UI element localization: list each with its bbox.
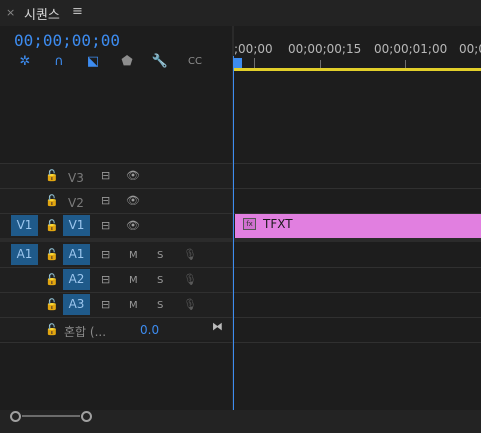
sync-lock-icon[interactable]: ⊟ bbox=[101, 248, 110, 261]
mic-icon[interactable]: 🎙 bbox=[183, 248, 197, 261]
sync-lock-icon[interactable]: ⊟ bbox=[101, 298, 110, 311]
sync-lock-icon[interactable]: ⊟ bbox=[101, 194, 110, 207]
lock-icon[interactable]: 🔓 bbox=[45, 323, 59, 336]
row-divider bbox=[0, 317, 481, 318]
lock-icon[interactable]: 🔓 bbox=[45, 169, 59, 182]
lock-icon[interactable]: 🔓 bbox=[45, 273, 59, 286]
mic-icon[interactable]: 🎙 bbox=[183, 273, 197, 286]
lock-icon[interactable]: 🔓 bbox=[45, 219, 59, 232]
row-divider bbox=[0, 292, 481, 293]
mix-volume-value[interactable]: 0.0 bbox=[140, 323, 159, 337]
timecode-display[interactable]: 00;00;00;00 bbox=[14, 31, 120, 50]
solo-button[interactable]: S bbox=[157, 300, 163, 311]
track-name-v1[interactable]: V1 bbox=[63, 215, 90, 236]
snap-icon[interactable]: ✲ bbox=[16, 54, 34, 70]
track-name-a2[interactable]: A2 bbox=[63, 269, 90, 290]
mute-button[interactable]: M bbox=[129, 275, 138, 286]
solo-button[interactable]: S bbox=[157, 250, 163, 261]
source-patch-v1[interactable]: V1 bbox=[11, 215, 38, 236]
sync-lock-icon[interactable]: ⊟ bbox=[101, 219, 110, 232]
eye-icon[interactable]: 👁 bbox=[126, 194, 140, 207]
ruler-tick bbox=[405, 60, 406, 68]
ruler-label: 00;00;01;00 bbox=[374, 42, 448, 56]
sync-lock-icon[interactable]: ⊟ bbox=[101, 169, 110, 182]
panel-menu-icon[interactable]: ≡ bbox=[72, 4, 83, 19]
track-name-a3[interactable]: A3 bbox=[63, 294, 90, 315]
mute-button[interactable]: M bbox=[129, 300, 138, 311]
captions-icon[interactable]: CC bbox=[186, 54, 204, 70]
row-divider bbox=[0, 163, 481, 164]
source-patch-a1[interactable]: A1 bbox=[11, 244, 38, 265]
work-area-bar[interactable] bbox=[234, 68, 481, 71]
zoom-handle-left[interactable] bbox=[10, 411, 21, 422]
fx-badge-icon: fx bbox=[243, 218, 256, 230]
zoom-scrollbar-track[interactable] bbox=[22, 415, 80, 417]
row-divider bbox=[0, 267, 481, 268]
mix-track-label[interactable]: 혼합 (... bbox=[64, 323, 106, 340]
track-name-v3[interactable]: V3 bbox=[68, 171, 84, 185]
zoom-handle-right[interactable] bbox=[81, 411, 92, 422]
mic-icon[interactable]: 🎙 bbox=[183, 298, 197, 311]
track-name-v2[interactable]: V2 bbox=[68, 196, 84, 210]
clip-tfxt[interactable]: fx TFXT bbox=[235, 214, 481, 238]
close-icon[interactable]: × bbox=[6, 6, 15, 19]
eye-icon[interactable]: 👁 bbox=[126, 219, 140, 232]
video-audio-divider[interactable] bbox=[0, 238, 481, 242]
playhead-handle[interactable] bbox=[233, 58, 242, 68]
linked-selection-icon[interactable]: ∩ bbox=[50, 54, 68, 70]
insert-overwrite-icon[interactable]: ⬕ bbox=[84, 54, 102, 70]
ruler-label: 00;00;00;15 bbox=[288, 42, 362, 56]
ruler-label: ;00;00 bbox=[234, 42, 273, 56]
playhead-line[interactable] bbox=[233, 56, 234, 410]
go-to-end-icon[interactable]: ⧓ bbox=[212, 320, 223, 333]
solo-button[interactable]: S bbox=[157, 275, 163, 286]
lock-icon[interactable]: 🔓 bbox=[45, 298, 59, 311]
panel-title[interactable]: 시퀀스 bbox=[24, 4, 60, 23]
mute-button[interactable]: M bbox=[129, 250, 138, 261]
ruler-tick bbox=[254, 58, 255, 68]
row-divider bbox=[0, 188, 481, 189]
ruler-tick bbox=[320, 60, 321, 68]
lock-icon[interactable]: 🔓 bbox=[45, 248, 59, 261]
track-name-a1[interactable]: A1 bbox=[63, 244, 90, 265]
lock-icon[interactable]: 🔓 bbox=[45, 194, 59, 207]
row-divider bbox=[0, 342, 481, 343]
sync-lock-icon[interactable]: ⊟ bbox=[101, 273, 110, 286]
wrench-icon[interactable]: 🔧 bbox=[151, 54, 169, 70]
zoom-scrollbar-area bbox=[0, 410, 481, 433]
clip-name: TFXT bbox=[263, 217, 293, 231]
ruler-label: 00;0 bbox=[459, 42, 481, 56]
marker-icon[interactable]: ⬟ bbox=[118, 54, 136, 70]
eye-icon[interactable]: 👁 bbox=[126, 169, 140, 182]
